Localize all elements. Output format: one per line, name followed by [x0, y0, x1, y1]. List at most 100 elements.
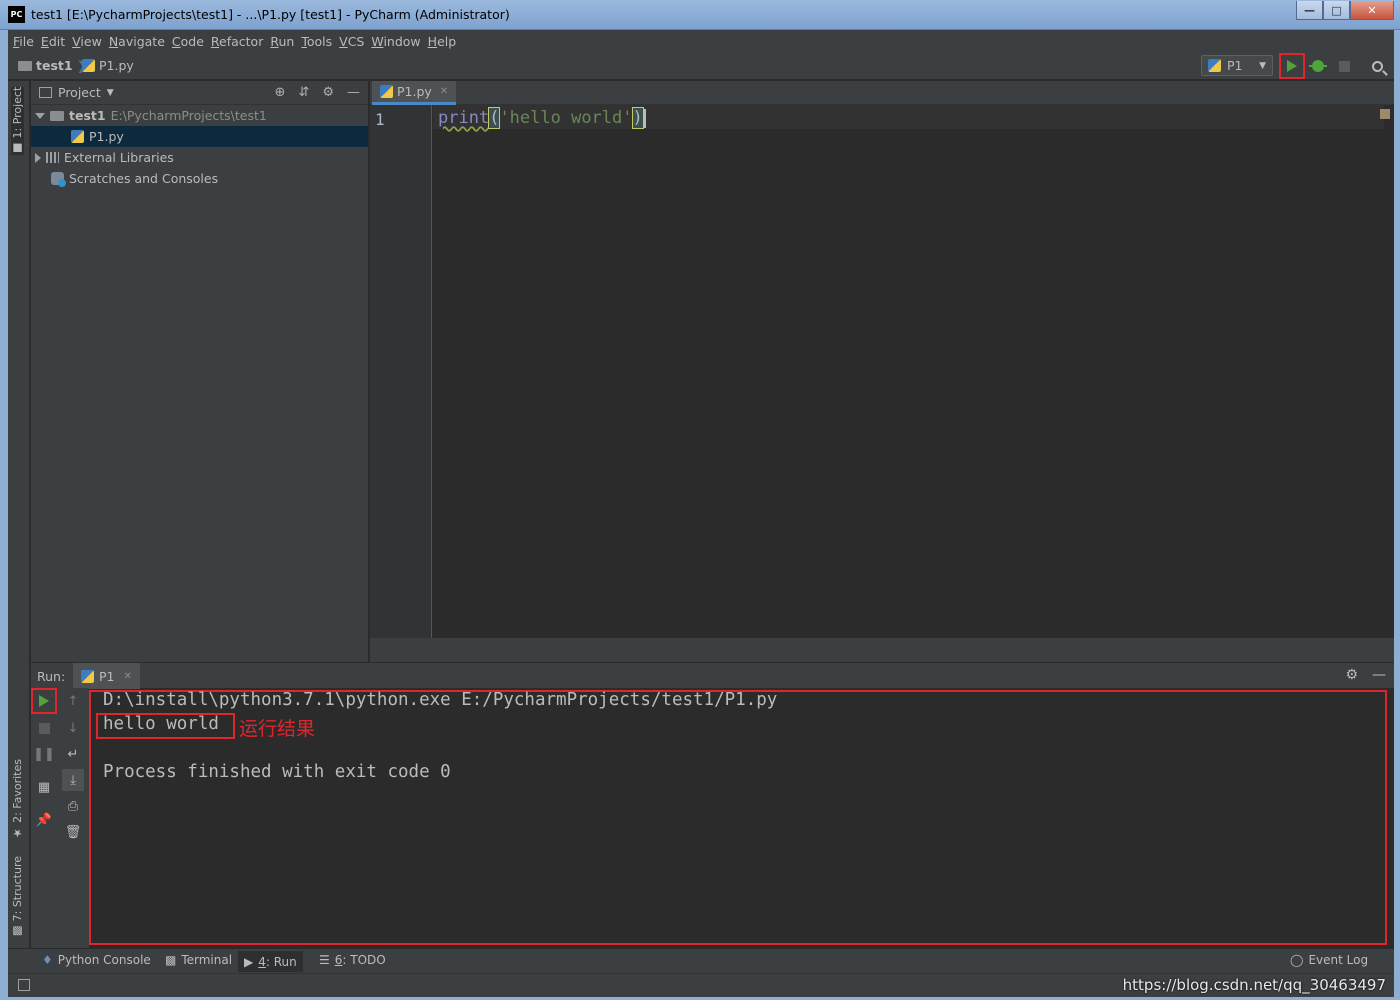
menu-run[interactable]: Run: [270, 34, 300, 49]
menu-refactor[interactable]: Refactor: [211, 34, 269, 49]
menu-view[interactable]: View: [72, 34, 108, 49]
minimize-button[interactable]: —: [1296, 1, 1323, 20]
gear-icon[interactable]: ⚙: [1345, 667, 1358, 683]
tree-item-test1[interactable]: test1 E:\PycharmProjects\test1: [31, 105, 368, 126]
chevron-down-icon: ▼: [1259, 60, 1266, 71]
run-tool-button[interactable]: ▶ 4: Run: [238, 951, 303, 972]
menu-tools[interactable]: Tools: [301, 34, 338, 49]
restore-layout-button[interactable]: ▦: [33, 776, 55, 798]
python-file-icon: [81, 669, 94, 683]
debug-button[interactable]: [1307, 55, 1329, 77]
search-icon: [1371, 60, 1383, 72]
project-view-icon: [39, 87, 52, 98]
project-panel-tools: ⊕ ⇵ ⚙ —: [275, 85, 360, 100]
trash-icon: 🗑: [64, 824, 82, 840]
list-icon: ☰: [319, 953, 330, 967]
stop-button[interactable]: [1333, 55, 1355, 77]
menu-vcs[interactable]: VCS: [339, 34, 370, 49]
run-button[interactable]: [1279, 53, 1305, 79]
python-file-icon: [71, 130, 84, 143]
rerun-button[interactable]: [31, 688, 57, 714]
python-console-button[interactable]: ♦ Python Console: [42, 953, 151, 967]
python-file-icon: [82, 59, 95, 72]
soft-wrap-button[interactable]: ↵: [62, 743, 84, 765]
close-tab-icon[interactable]: ✕: [124, 671, 132, 682]
chevron-down-icon[interactable]: ▼: [107, 88, 114, 98]
run-tab-p1[interactable]: P1 ✕: [73, 663, 140, 689]
run-icon: [1287, 60, 1297, 72]
run-icon: ▶: [244, 954, 254, 969]
todo-tool-button[interactable]: ☰ 6: TODO: [319, 953, 386, 967]
project-view-select[interactable]: Project: [58, 85, 101, 100]
pause-output-button[interactable]: ❚❚: [33, 743, 55, 765]
clear-all-button[interactable]: 🗑: [62, 821, 84, 843]
hide-icon[interactable]: —: [347, 85, 360, 100]
scroll-up-button[interactable]: ↑: [62, 690, 84, 712]
result-annotation: 运行结果: [239, 718, 316, 740]
printer-icon: ⎙: [67, 798, 79, 814]
run-icon: [39, 695, 49, 707]
window-titlebar[interactable]: PC test1 [E:\PycharmProjects\test1] - ..…: [0, 0, 1400, 30]
pin-tab-button[interactable]: 📌: [33, 809, 55, 831]
close-tab-icon[interactable]: ✕: [440, 86, 448, 97]
menu-window[interactable]: Window: [371, 34, 426, 49]
event-log-button[interactable]: ◯ Event Log: [1290, 953, 1368, 967]
run-window-toolbar: ❚❚ ▦ 📌 ↑ ↓ ↵ ⤓ ⎙ 🗑: [31, 688, 89, 948]
gear-icon[interactable]: ⚙: [322, 85, 334, 100]
breadcrumb-file[interactable]: P1.py: [82, 58, 134, 73]
text-caret: [643, 108, 646, 128]
print-button[interactable]: ⎙: [62, 795, 84, 817]
left-tool-stripe: ■ 1: Project ★ 2: Favorites ▩ 7: Structu…: [8, 81, 30, 948]
toggle-tool-windows-icon[interactable]: [18, 979, 30, 991]
scroll-to-end-icon: ⤓: [70, 772, 76, 788]
editor-bottom-strip: [370, 638, 1394, 662]
pycharm-app-icon: PC: [8, 6, 25, 23]
maximize-button[interactable]: □: [1323, 1, 1350, 20]
python-icon: ♦: [42, 953, 53, 967]
menu-file[interactable]: File: [13, 34, 40, 49]
code-text-area[interactable]: print('hello world'): [438, 107, 646, 129]
pause-icon: ❚❚: [33, 746, 55, 762]
debug-icon: [1309, 60, 1327, 72]
hide-icon[interactable]: —: [1372, 667, 1386, 683]
editor-gutter: 1: [370, 105, 432, 638]
expand-arrow-icon[interactable]: [35, 112, 45, 119]
window-frame-right: [1394, 30, 1400, 1000]
scroll-down-button[interactable]: ↓: [62, 717, 84, 739]
terminal-icon: ▩: [165, 953, 177, 967]
terminal-button[interactable]: ▩ Terminal: [165, 953, 232, 967]
layout-icon: ▦: [37, 779, 51, 795]
arrow-down-icon: ↓: [67, 720, 79, 736]
menu-help[interactable]: Help: [428, 34, 463, 49]
run-configuration-select[interactable]: P1 ▼: [1201, 55, 1273, 76]
folder-icon: ■: [11, 138, 24, 155]
console-output-line: hello world: [103, 714, 219, 734]
editor-tab-bar: P1.py ✕: [370, 81, 1394, 105]
window-controls: — □ ✕: [1296, 1, 1394, 20]
code-editor: P1.py ✕ 1 print('hello world'): [370, 81, 1394, 638]
stop-icon: [1338, 60, 1350, 72]
tab-structure[interactable]: ▩ 7: Structure: [11, 856, 24, 938]
close-button[interactable]: ✕: [1350, 1, 1394, 20]
breadcrumb-project[interactable]: test1 ❯: [18, 58, 87, 73]
inspection-status-icon[interactable]: [1380, 109, 1390, 119]
stop-run-button[interactable]: [33, 717, 55, 739]
search-everywhere-button[interactable]: [1366, 55, 1388, 77]
menu-navigate[interactable]: Navigate: [109, 34, 171, 49]
tree-item-p1-py[interactable]: P1.py: [31, 126, 368, 147]
collapse-arrow-icon[interactable]: [35, 152, 41, 163]
python-file-icon: [380, 85, 393, 98]
line-number: 1: [375, 110, 385, 129]
tab-favorites[interactable]: ★ 2: Favorites: [11, 759, 24, 839]
locate-icon[interactable]: ⊕: [275, 85, 286, 100]
tree-item-external-libraries[interactable]: External Libraries: [31, 147, 368, 168]
scroll-to-end-button[interactable]: ⤓: [62, 769, 84, 791]
tree-item-scratches[interactable]: Scratches and Consoles: [31, 168, 368, 189]
tab-project[interactable]: ■ 1: Project: [11, 87, 24, 155]
editor-tab-p1-py[interactable]: P1.py ✕: [372, 81, 457, 105]
console-exit-line: Process finished with exit code 0: [103, 762, 451, 782]
run-console-output[interactable]: D:\install\python3.7.1\python.exe E:/Pyc…: [89, 690, 1387, 945]
menu-code[interactable]: Code: [172, 34, 210, 49]
menu-edit[interactable]: Edit: [41, 34, 71, 49]
collapse-all-icon[interactable]: ⇵: [298, 85, 309, 100]
